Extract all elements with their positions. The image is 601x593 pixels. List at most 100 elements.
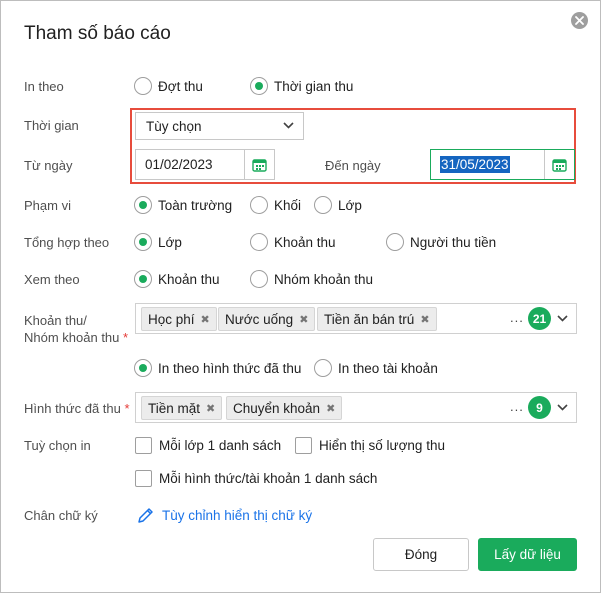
radio-thoi-gian-thu[interactable]: Thời gian thu — [250, 76, 353, 96]
tag-label: Tiền ăn bán trú — [324, 311, 415, 327]
tu-ngay-value: 01/02/2023 — [145, 157, 213, 172]
khoan-thu-label-line2: Nhóm khoản thu * — [24, 330, 128, 345]
close-button[interactable]: Đóng — [373, 538, 469, 571]
tag-nuoc-uong: Nước uống ✖ — [218, 307, 316, 331]
radio-tong-hop-khoan-thu[interactable]: Khoản thu — [250, 232, 336, 252]
more-indicator: ... — [510, 310, 524, 325]
khoan-thu-multiselect[interactable]: Học phí ✖ Nước uống ✖ Tiền ăn bán trú ✖ ...… — [135, 303, 577, 334]
checkbox-box — [295, 436, 312, 454]
radio-circle — [250, 233, 268, 251]
hinh-thuc-label-text: Hình thức đã thu — [24, 401, 121, 416]
khoan-thu-label-line1: Khoản thu/ — [24, 313, 87, 328]
radio-label: Khoản thu — [158, 271, 220, 287]
hinh-thuc-multiselect[interactable]: Tiền mặt ✖ Chuyển khoản ✖ ... 9 — [135, 392, 577, 423]
radio-circle-selected — [134, 196, 152, 214]
tuy-chon-in-label: Tuỳ chọn in — [24, 438, 91, 453]
customize-signature-link[interactable]: Tùy chỉnh hiển thị chữ ký — [137, 507, 312, 524]
calendar-icon[interactable] — [244, 150, 274, 179]
more-indicator: ... — [510, 399, 524, 414]
dialog-title: Tham số báo cáo — [24, 23, 171, 44]
radio-lop[interactable]: Lớp — [314, 195, 362, 215]
chevron-down-icon[interactable] — [557, 404, 568, 411]
chan-chu-ky-label: Chân chữ ký — [24, 508, 98, 523]
chevron-down-icon[interactable] — [557, 315, 568, 322]
checkbox-box — [135, 436, 152, 454]
den-ngay-value-box: 31/05/2023 — [431, 150, 544, 179]
radio-circle-selected — [250, 77, 268, 95]
tag-tien-an-ban-tru: Tiền ăn bán trú ✖ — [317, 307, 437, 331]
selected-count-badge: 9 — [528, 396, 551, 419]
radio-circle — [314, 196, 332, 214]
tong-hop-theo-label: Tổng hợp theo — [24, 235, 110, 250]
radio-label: Nhóm khoản thu — [274, 271, 374, 287]
tu-ngay-field[interactable]: 01/02/2023 — [135, 149, 275, 180]
pencil-icon — [138, 508, 153, 523]
thoi-gian-label: Thời gian — [24, 118, 79, 133]
tu-ngay-label: Từ ngày — [24, 158, 73, 173]
checkbox-hien-thi-so-luong[interactable]: Hiển thị số lượng thu — [295, 435, 445, 455]
thoi-gian-select[interactable]: Tùy chọn — [135, 112, 304, 140]
xem-theo-label: Xem theo — [24, 272, 80, 287]
radio-label: Khoản thu — [274, 234, 336, 250]
radio-circle — [134, 77, 152, 95]
den-ngay-field[interactable]: 31/05/2023 — [430, 149, 575, 180]
pham-vi-label: Phạm vi — [24, 198, 71, 213]
remove-tag-icon[interactable]: ✖ — [326, 402, 335, 415]
radio-label: Đợt thu — [158, 78, 203, 94]
den-ngay-label: Đến ngày — [325, 158, 381, 173]
calendar-icon[interactable] — [544, 150, 574, 179]
radio-label: Toàn trường — [158, 197, 233, 213]
radio-label: In theo tài khoản — [338, 360, 438, 376]
radio-circle — [250, 196, 268, 214]
report-parameters-dialog: Tham số báo cáo In theo Đợt thu Thời gia… — [0, 0, 601, 593]
remove-tag-icon[interactable]: ✖ — [206, 402, 215, 415]
selected-count-badge: 21 — [528, 307, 551, 330]
radio-nhom-khoan-thu[interactable]: Nhóm khoản thu — [250, 269, 373, 289]
tag-label: Học phí — [148, 311, 195, 327]
tag-chuyen-khoan: Chuyển khoản ✖ — [226, 396, 343, 420]
radio-circle — [314, 359, 332, 377]
required-mark: * — [123, 330, 129, 345]
radio-label: Khối — [274, 197, 302, 213]
checkbox-moi-hinh-thuc[interactable]: Mỗi hình thức/tài khoản 1 danh sách — [135, 468, 377, 488]
tag-label: Chuyển khoản — [233, 400, 321, 416]
tag-label: Tiền mặt — [148, 400, 201, 416]
remove-tag-icon[interactable]: ✖ — [420, 313, 429, 326]
checkbox-label: Hiển thị số lượng thu — [319, 437, 445, 453]
tag-tien-mat: Tiền mặt ✖ — [141, 396, 223, 420]
hinh-thuc-label: Hình thức đã thu * — [24, 401, 130, 416]
close-icon[interactable] — [571, 12, 588, 29]
den-ngay-value: 31/05/2023 — [440, 156, 510, 173]
radio-label: Thời gian thu — [274, 78, 354, 94]
radio-dot-thu[interactable]: Đợt thu — [134, 76, 203, 96]
checkbox-box — [135, 469, 152, 487]
in-theo-label: In theo — [24, 79, 64, 94]
radio-label: Lớp — [338, 197, 362, 213]
radio-in-theo-tai-khoan[interactable]: In theo tài khoản — [314, 358, 438, 378]
tag-label: Nước uống — [225, 311, 294, 327]
radio-circle — [250, 270, 268, 288]
checkbox-label: Mỗi lớp 1 danh sách — [159, 437, 282, 453]
radio-circle-selected — [134, 359, 152, 377]
radio-label: In theo hình thức đã thu — [158, 360, 302, 376]
radio-label: Lớp — [158, 234, 182, 250]
remove-tag-icon[interactable]: ✖ — [201, 313, 210, 326]
chevron-down-icon — [283, 122, 294, 129]
tag-hoc-phi: Học phí ✖ — [141, 307, 217, 331]
radio-tong-hop-lop[interactable]: Lớp — [134, 232, 182, 252]
get-data-button[interactable]: Lấy dữ liệu — [478, 538, 577, 571]
required-mark: * — [124, 401, 130, 416]
khoan-thu-label-text: Nhóm khoản thu — [24, 330, 120, 345]
radio-xem-khoan-thu[interactable]: Khoản thu — [134, 269, 220, 289]
radio-in-theo-hinh-thuc[interactable]: In theo hình thức đã thu — [134, 358, 301, 378]
radio-khoi[interactable]: Khối — [250, 195, 301, 215]
radio-circle-selected — [134, 233, 152, 251]
radio-circle — [386, 233, 404, 251]
checkbox-moi-lop[interactable]: Mỗi lớp 1 danh sách — [135, 435, 281, 455]
radio-circle-selected — [134, 270, 152, 288]
radio-toan-truong[interactable]: Toàn trường — [134, 195, 232, 215]
radio-nguoi-thu-tien[interactable]: Người thu tiền — [386, 232, 496, 252]
thoi-gian-value: Tùy chọn — [146, 119, 202, 134]
link-label: Tùy chỉnh hiển thị chữ ký — [162, 508, 313, 523]
remove-tag-icon[interactable]: ✖ — [299, 313, 308, 326]
